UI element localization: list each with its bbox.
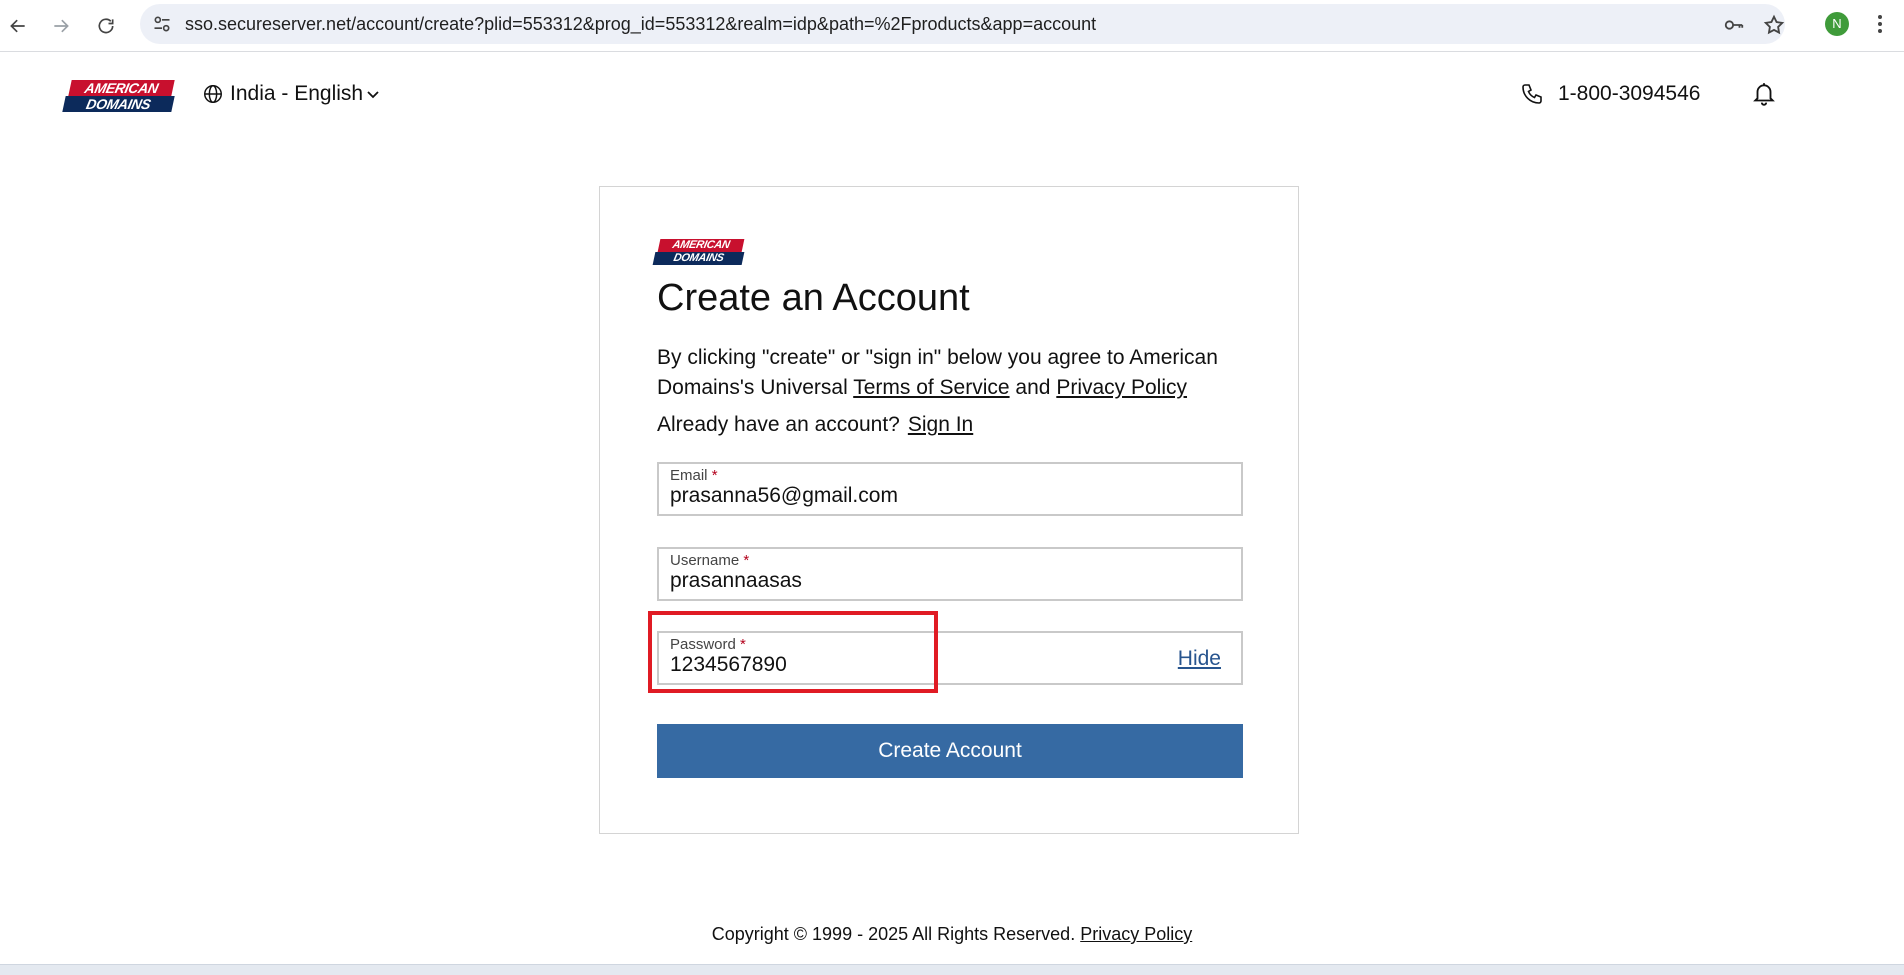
profile-avatar[interactable]: N [1825, 12, 1849, 36]
back-icon[interactable] [2, 10, 34, 42]
email-label: Email * [670, 467, 718, 484]
privacy-policy-link[interactable]: Privacy Policy [1056, 376, 1187, 399]
language-label: India - English [230, 82, 364, 105]
globe-icon [204, 85, 222, 103]
phone-number: 1-800-3094546 [1558, 82, 1701, 105]
username-label: Username * [670, 552, 750, 569]
footer-privacy-link[interactable]: Privacy Policy [1080, 924, 1192, 944]
bookmark-star-icon[interactable] [1763, 14, 1785, 36]
reload-icon[interactable] [90, 10, 122, 42]
password-input[interactable]: 1234567890 [670, 653, 787, 677]
terms-of-service-link[interactable]: Terms of Service [853, 376, 1009, 399]
url-text[interactable]: sso.secureserver.net/account/create?plid… [185, 4, 1096, 44]
password-field[interactable]: Password * 1234567890 Hide [657, 631, 1243, 685]
create-account-button[interactable]: Create Account [657, 724, 1243, 778]
terms-notice: By clicking "create" or "sign in" below … [657, 346, 1218, 399]
site-logo[interactable]: AMERICAN DOMAINS [62, 80, 175, 112]
create-account-card: AMERICAN DOMAINS Create an Account By cl… [599, 186, 1299, 834]
address-bar[interactable]: sso.secureserver.net/account/create?plid… [140, 4, 1785, 44]
sign-in-link[interactable]: Sign In [908, 413, 973, 436]
notification-bell-icon[interactable] [1751, 81, 1777, 107]
key-icon[interactable] [1723, 14, 1745, 36]
hide-password-toggle[interactable]: Hide [1178, 647, 1221, 671]
taskbar [0, 964, 1904, 975]
email-input[interactable]: prasanna56@gmail.com [670, 484, 898, 508]
signin-prompt: Already have an account? Sign In [657, 413, 974, 436]
site-settings-icon[interactable] [152, 14, 172, 34]
username-field[interactable]: Username * prasannaasas [657, 547, 1243, 601]
username-input[interactable]: prasannaasas [670, 569, 802, 593]
support-phone[interactable]: 1-800-3094546 [1520, 80, 1700, 108]
email-field[interactable]: Email * prasanna56@gmail.com [657, 462, 1243, 516]
page-title: Create an Account [657, 277, 970, 319]
phone-icon [1522, 84, 1542, 104]
browser-toolbar: sso.secureserver.net/account/create?plid… [0, 0, 1904, 52]
page-footer: Copyright © 1999 - 2025 All Rights Reser… [0, 924, 1904, 945]
forward-icon[interactable] [45, 10, 77, 42]
card-logo: AMERICAN DOMAINS [652, 239, 745, 265]
copyright-text: Copyright © 1999 - 2025 All Rights Reser… [711, 924, 1076, 944]
language-selector[interactable]: India - English [202, 80, 380, 108]
password-label: Password * [670, 636, 746, 653]
chevron-down-icon [367, 91, 379, 99]
browser-menu-icon[interactable] [1870, 12, 1890, 36]
